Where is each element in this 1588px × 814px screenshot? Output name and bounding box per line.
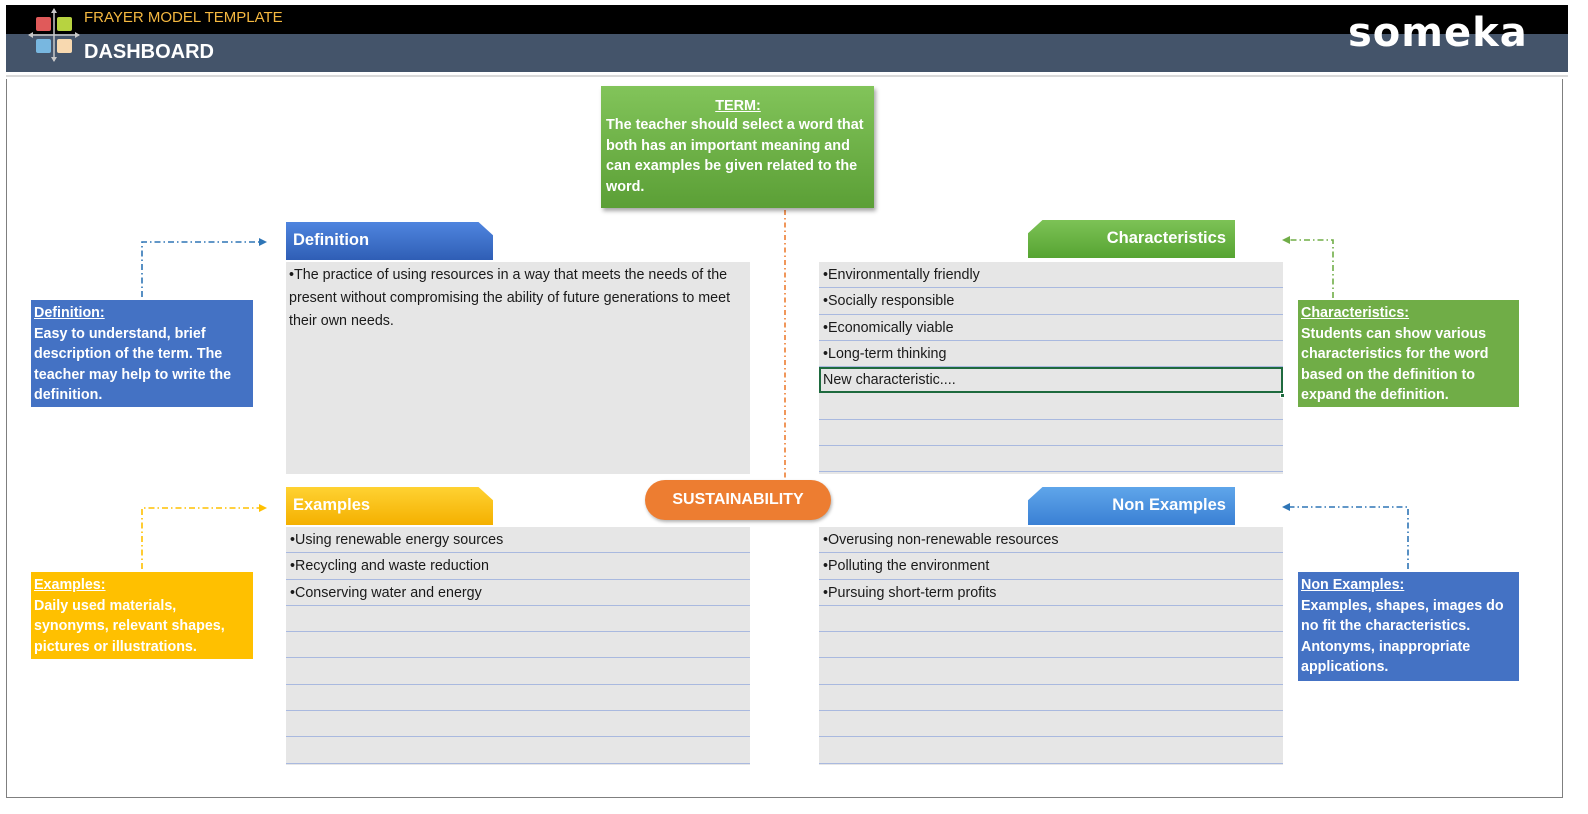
example-row[interactable]: [286, 632, 750, 659]
non-example-row[interactable]: [819, 685, 1283, 712]
characteristic-row[interactable]: [819, 420, 1283, 447]
example-row[interactable]: [286, 685, 750, 712]
example-row[interactable]: [286, 606, 750, 633]
center-term-pill[interactable]: SUSTAINABILITY: [645, 480, 831, 520]
term-description: The teacher should select a word that bo…: [606, 117, 864, 195]
non-examples-note-title: Non Examples:: [1301, 577, 1405, 593]
example-row[interactable]: •Using renewable energy sources: [286, 527, 750, 554]
non-example-row[interactable]: [819, 711, 1283, 738]
characteristics-header: Characteristics: [1028, 220, 1235, 258]
cell-fill-handle[interactable]: [1280, 393, 1285, 398]
term-title: TERM:: [715, 98, 761, 114]
characteristic-row[interactable]: •Socially responsible: [819, 288, 1283, 315]
example-row[interactable]: •Recycling and waste reduction: [286, 553, 750, 580]
examples-note: Examples: Daily used materials, synonyms…: [31, 572, 253, 659]
definition-header: Definition: [286, 222, 493, 260]
characteristics-note-text: Students can show various characteristic…: [1301, 325, 1489, 404]
example-row[interactable]: [286, 711, 750, 738]
example-row[interactable]: [286, 658, 750, 685]
definition-text: •The practice of using resources in a wa…: [289, 267, 731, 329]
characteristic-row[interactable]: •Long-term thinking: [819, 341, 1283, 368]
definition-note-text: Easy to understand, brief description of…: [34, 325, 232, 404]
non-example-row[interactable]: •Polluting the environment: [819, 553, 1283, 580]
examples-note-title: Examples:: [34, 577, 106, 593]
non-example-row[interactable]: [819, 658, 1283, 685]
non-example-row[interactable]: [819, 737, 1283, 764]
characteristics-box[interactable]: •Environmentally friendly •Socially resp…: [819, 262, 1285, 474]
examples-box[interactable]: •Using renewable energy sources •Recycli…: [286, 527, 750, 765]
characteristic-row[interactable]: •Environmentally friendly: [819, 262, 1283, 289]
non-examples-header: Non Examples: [1028, 487, 1235, 525]
non-examples-note-text: Examples, shapes, images do no fit the c…: [1301, 597, 1504, 676]
characteristic-row[interactable]: [819, 393, 1283, 420]
non-example-row[interactable]: [819, 606, 1283, 633]
definition-note-title: Definition:: [34, 305, 105, 321]
example-row[interactable]: [286, 737, 750, 764]
characteristics-note: Characteristics: Students can show vario…: [1298, 300, 1519, 407]
dashboard-page: FRAYER MODEL TEMPLATE DASHBOARD someka T…: [0, 0, 1588, 814]
non-example-row[interactable]: [819, 632, 1283, 659]
examples-note-text: Daily used materials, synonyms, relevant…: [34, 597, 225, 655]
definition-box[interactable]: •The practice of using resources in a wa…: [286, 262, 750, 474]
non-examples-box[interactable]: •Overusing non-renewable resources •Poll…: [819, 527, 1283, 765]
examples-header: Examples: [286, 487, 493, 525]
characteristics-note-title: Characteristics:: [1301, 305, 1410, 321]
example-row[interactable]: •Conserving water and energy: [286, 580, 750, 606]
characteristic-row-selected[interactable]: New characteristic....: [819, 367, 1283, 394]
non-example-row[interactable]: •Overusing non-renewable resources: [819, 527, 1283, 554]
characteristic-row[interactable]: [819, 446, 1283, 473]
non-examples-note: Non Examples: Examples, shapes, images d…: [1298, 572, 1519, 681]
non-example-row[interactable]: •Pursuing short-term profits: [819, 580, 1283, 606]
definition-note: Definition: Easy to understand, brief de…: [31, 300, 253, 407]
characteristic-row[interactable]: •Economically viable: [819, 315, 1283, 341]
term-box[interactable]: TERM: The teacher should select a word t…: [601, 86, 874, 208]
